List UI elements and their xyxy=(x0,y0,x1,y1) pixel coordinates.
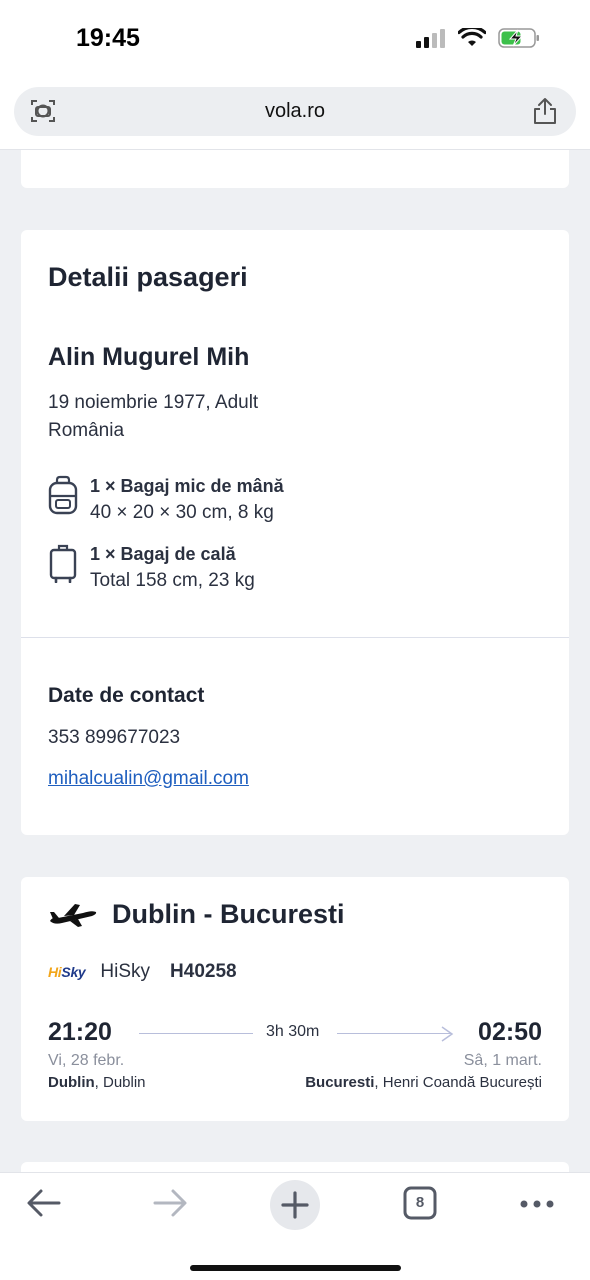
arrival-city: Bucuresti xyxy=(305,1074,375,1091)
contact-email-link[interactable]: mihalcualin@gmail.com xyxy=(48,768,249,790)
home-indicator[interactable] xyxy=(190,1265,401,1271)
back-icon[interactable] xyxy=(26,1188,62,1218)
flight-route: Dublin - Bucuresti xyxy=(48,899,345,930)
status-icons xyxy=(416,28,540,48)
bag-item: 1 × Bagaj de cală Total 158 cm, 23 kg xyxy=(48,541,255,595)
browser-toolbar: 8 xyxy=(0,1172,590,1280)
url-text: vola.ro xyxy=(264,100,326,122)
battery-charging-icon xyxy=(498,28,539,48)
arrow-right-icon xyxy=(441,1026,454,1042)
previous-card xyxy=(21,150,569,188)
new-tab-button[interactable] xyxy=(270,1180,320,1230)
suitcase-icon xyxy=(49,544,77,583)
duration-line xyxy=(139,1033,253,1034)
bag-title: 1 × Bagaj de cală xyxy=(90,544,236,564)
bag-description: 40 × 20 × 30 cm, 8 kg xyxy=(90,502,274,523)
airplane-takeoff-icon xyxy=(50,903,97,927)
departure-place: Dublin, Dublin xyxy=(48,1074,146,1091)
flight-card: Dublin - Bucuresti HiSky HiSky H40258 21… xyxy=(21,877,569,1121)
bag-item: 1 × Bagaj mic de mână 40 × 20 × 30 cm, 8… xyxy=(48,473,284,527)
tab-count: 8 xyxy=(415,1194,425,1211)
arrival-time: 02:50 xyxy=(478,1018,542,1046)
status-bar: 19:45 xyxy=(0,0,590,80)
passenger-details-card: Detalii pasageri Alin Mugurel Mih 19 noi… xyxy=(21,230,569,835)
route-title: Dublin - Bucuresti xyxy=(112,899,345,929)
departure-date: Vi, 28 febr. xyxy=(48,1052,125,1069)
arrival-place: Bucuresti, Henri Coandă București xyxy=(305,1074,542,1091)
duration-line xyxy=(337,1033,451,1034)
address-bar[interactable]: vola.ro xyxy=(14,87,576,136)
plus-icon xyxy=(281,1191,309,1219)
passenger-section-title: Detalii pasageri xyxy=(48,262,248,292)
flight-duration: 3h 30m xyxy=(266,1023,320,1040)
wifi-icon xyxy=(458,28,486,46)
departure-city: Dublin xyxy=(48,1074,95,1091)
contact-phone: 353 899677023 xyxy=(48,727,181,748)
backpack-icon xyxy=(48,475,78,515)
contact-section-title: Date de contact xyxy=(48,684,205,707)
signal-icon xyxy=(416,29,445,48)
tabs-button[interactable]: 8 xyxy=(403,1186,437,1220)
share-icon[interactable] xyxy=(532,96,558,126)
arrival-date: Sâ, 1 mart. xyxy=(463,1052,542,1069)
airline-name: HiSky xyxy=(100,961,151,982)
airline-row: HiSky HiSky H40258 xyxy=(48,961,237,983)
passenger-name: Alin Mugurel Mih xyxy=(48,343,250,371)
departure-airport: , Dublin xyxy=(94,1074,146,1091)
status-time: 19:45 xyxy=(76,24,140,52)
arrival-airport: , Henri Coandă București xyxy=(374,1074,542,1091)
browser-address-area: vola.ro xyxy=(0,80,590,150)
forward-icon[interactable] xyxy=(152,1188,188,1218)
airline-logo: HiSky xyxy=(48,964,86,980)
bag-description: Total 158 cm, 23 kg xyxy=(90,570,255,591)
departure-time: 21:20 xyxy=(48,1018,112,1046)
bag-title: 1 × Bagaj mic de mână xyxy=(90,476,284,496)
section-divider xyxy=(21,637,569,638)
flight-number: H40258 xyxy=(170,961,237,982)
passenger-country: România xyxy=(48,420,125,441)
passenger-birth-type: 19 noiembrie 1977, Adult xyxy=(48,392,259,413)
more-icon[interactable] xyxy=(520,1199,554,1209)
